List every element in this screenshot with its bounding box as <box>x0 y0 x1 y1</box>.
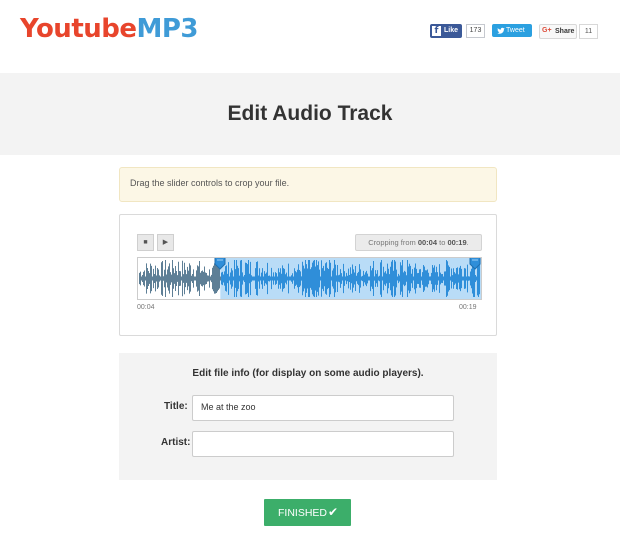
stop-button[interactable]: ■ <box>137 234 154 251</box>
artist-field-wrapper <box>192 431 454 457</box>
checkmark-icon: ✔ <box>328 505 339 519</box>
google-plus-share-count: 11 <box>579 24 598 39</box>
play-button[interactable]: ▶ <box>157 234 174 251</box>
finished-label: FINISHED <box>278 507 328 519</box>
site-logo[interactable]: YoutubeMP3 <box>20 13 199 45</box>
site-header: YoutubeMP3 f Like 173 Tweet G+ Share 11 <box>0 0 620 73</box>
title-input[interactable] <box>193 396 451 418</box>
title-field-wrapper <box>192 395 454 421</box>
logo-part-mp3: MP3 <box>136 14 199 44</box>
facebook-like-count: 173 <box>466 24 485 38</box>
tweet-label: Tweet <box>506 27 525 34</box>
crop-end-handle[interactable] <box>469 257 481 271</box>
crop-instructions-alert: Drag the slider controls to crop your fi… <box>119 167 497 202</box>
artist-label: Artist: <box>161 437 191 448</box>
crop-prefix: Cropping from <box>368 238 418 247</box>
facebook-icon: f <box>432 26 441 36</box>
google-plus-share-button[interactable]: G+ Share <box>539 24 577 39</box>
alert-text: Drag the slider controls to crop your fi… <box>130 178 290 188</box>
logo-part-youtube: Youtube <box>20 14 137 44</box>
google-plus-icon: G+ <box>542 27 552 34</box>
file-info-panel: Edit file info (for display on some audi… <box>119 353 497 480</box>
crop-range-display: Cropping from 00:04 to 00:19. <box>355 234 482 251</box>
crop-end-time: 00:19 <box>447 238 467 247</box>
file-info-heading: Edit file info (for display on some audi… <box>192 368 424 379</box>
waveform-slider[interactable] <box>137 257 482 300</box>
facebook-like-label: Like <box>444 27 459 34</box>
timeline-start-label: 00:04 <box>137 304 155 311</box>
page-title: Edit Audio Track <box>227 102 393 125</box>
crop-suffix: . <box>466 238 469 247</box>
google-plus-share-label: Share <box>555 28 575 35</box>
timeline-end-label: 00:19 <box>459 304 477 311</box>
crop-start-time: 00:04 <box>417 238 438 247</box>
play-icon: ▶ <box>162 239 169 246</box>
crop-start-handle[interactable] <box>214 257 226 271</box>
artist-input[interactable] <box>193 432 451 454</box>
twitter-bird-icon <box>497 27 505 34</box>
page-title-banner: Edit Audio Track <box>0 73 620 155</box>
waveform-graphic <box>139 258 481 299</box>
finished-button[interactable]: FINISHED ✔ <box>264 499 351 526</box>
crop-mid: to <box>437 238 448 247</box>
title-label: Title: <box>164 401 188 412</box>
tweet-button[interactable]: Tweet <box>492 24 532 37</box>
facebook-like-button[interactable]: f Like <box>430 24 462 38</box>
stop-icon: ■ <box>143 239 148 246</box>
audio-editor-panel: ■ ▶ Cropping from 00:04 to 00:19. 00:04 … <box>119 214 497 336</box>
